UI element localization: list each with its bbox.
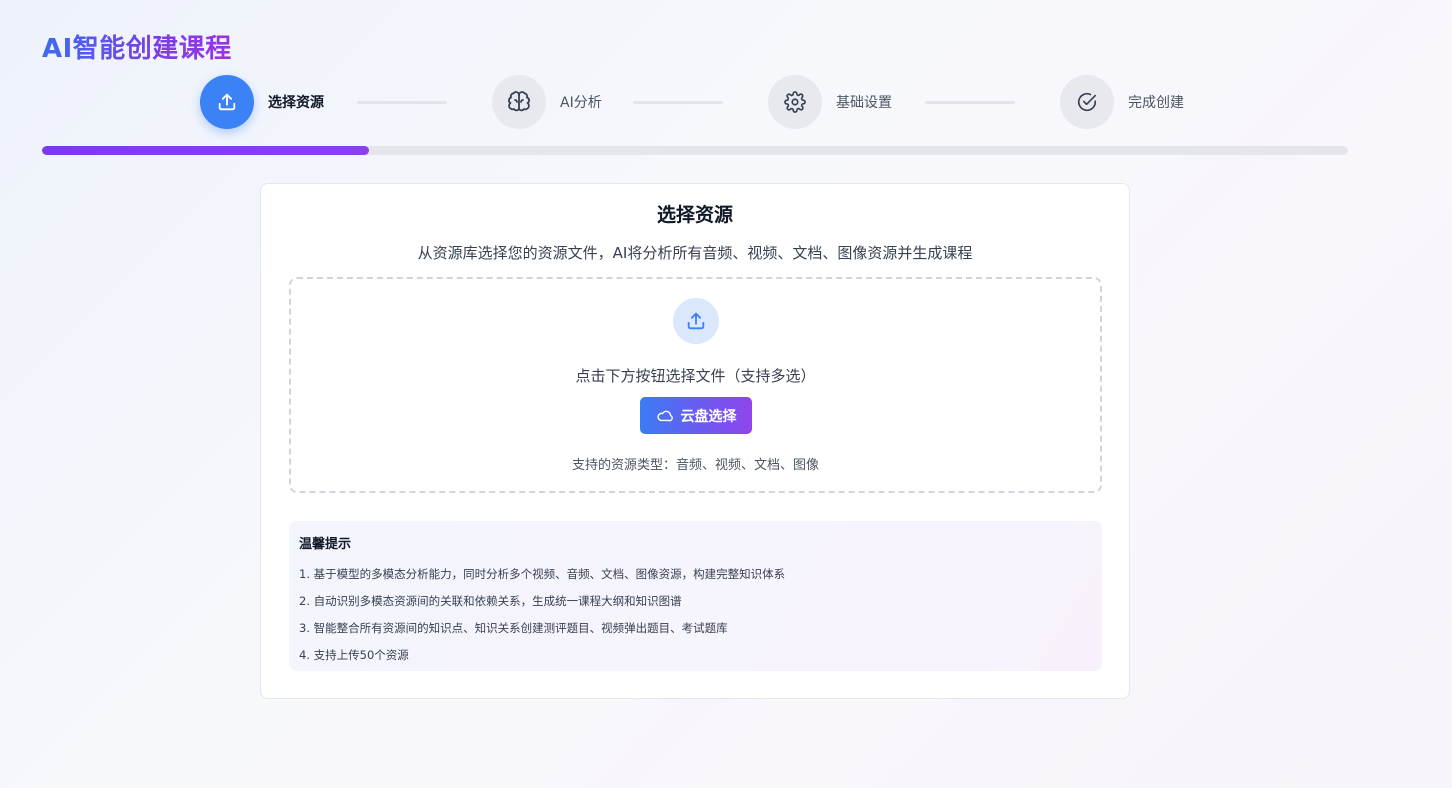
tips-item: 3. 智能整合所有资源间的知识点、知识关系创建测评题目、视频弹出题目、考试题库 — [299, 621, 728, 635]
step-complete[interactable]: 完成创建 — [1060, 74, 1184, 130]
step-ai-analysis[interactable]: AI分析 — [492, 74, 602, 130]
step-label: AI分析 — [560, 95, 602, 111]
select-resource-card: 选择资源 从资源库选择您的资源文件，AI将分析所有音频、视频、文档、图像资源并生… — [260, 183, 1130, 699]
cloud-select-button[interactable]: 云盘选择 — [640, 397, 752, 434]
step-label: 完成创建 — [1128, 95, 1184, 111]
step-label: 基础设置 — [836, 95, 892, 111]
step-label: 选择资源 — [268, 95, 324, 111]
progress-bar — [42, 146, 1348, 155]
check-circle-icon — [1060, 75, 1114, 129]
page-title: AI智能创建课程 — [42, 28, 232, 65]
cloud-icon — [656, 410, 673, 422]
cloud-select-label: 云盘选择 — [680, 408, 737, 425]
step-select-resource[interactable]: 选择资源 — [200, 74, 324, 130]
upload-dropzone[interactable]: 点击下方按钮选择文件（支持多选） 云盘选择 支持的资源类型：音频、视频、文档、图… — [289, 277, 1102, 493]
tips-item: 2. 自动识别多模态资源间的关联和依赖关系，生成统一课程大纲和知识图谱 — [299, 594, 682, 608]
progress-fill — [42, 146, 369, 155]
gear-icon — [768, 75, 822, 129]
stepper: 选择资源 AI分析 基础设置 完成创建 — [0, 74, 1452, 130]
card-subtitle: 从资源库选择您的资源文件，AI将分析所有音频、视频、文档、图像资源并生成课程 — [417, 244, 973, 262]
tips-panel: 温馨提示 1. 基于模型的多模态分析能力，同时分析多个视频、音频、文档、图像资源… — [289, 521, 1102, 671]
step-connector — [925, 101, 1015, 104]
step-basic-settings[interactable]: 基础设置 — [768, 74, 892, 130]
tips-item: 1. 基于模型的多模态分析能力，同时分析多个视频、音频、文档、图像资源，构建完整… — [299, 567, 786, 581]
tips-item: 4. 支持上传50个资源 — [299, 648, 409, 662]
step-connector — [357, 101, 447, 104]
dropzone-instruction: 点击下方按钮选择文件（支持多选） — [575, 367, 816, 385]
upload-icon — [200, 75, 254, 129]
brain-icon — [492, 75, 546, 129]
step-connector — [633, 101, 723, 104]
card-title: 选择资源 — [656, 204, 733, 226]
tips-title: 温馨提示 — [299, 537, 352, 552]
supported-types: 支持的资源类型：音频、视频、文档、图像 — [571, 458, 819, 473]
upload-icon — [673, 298, 719, 344]
